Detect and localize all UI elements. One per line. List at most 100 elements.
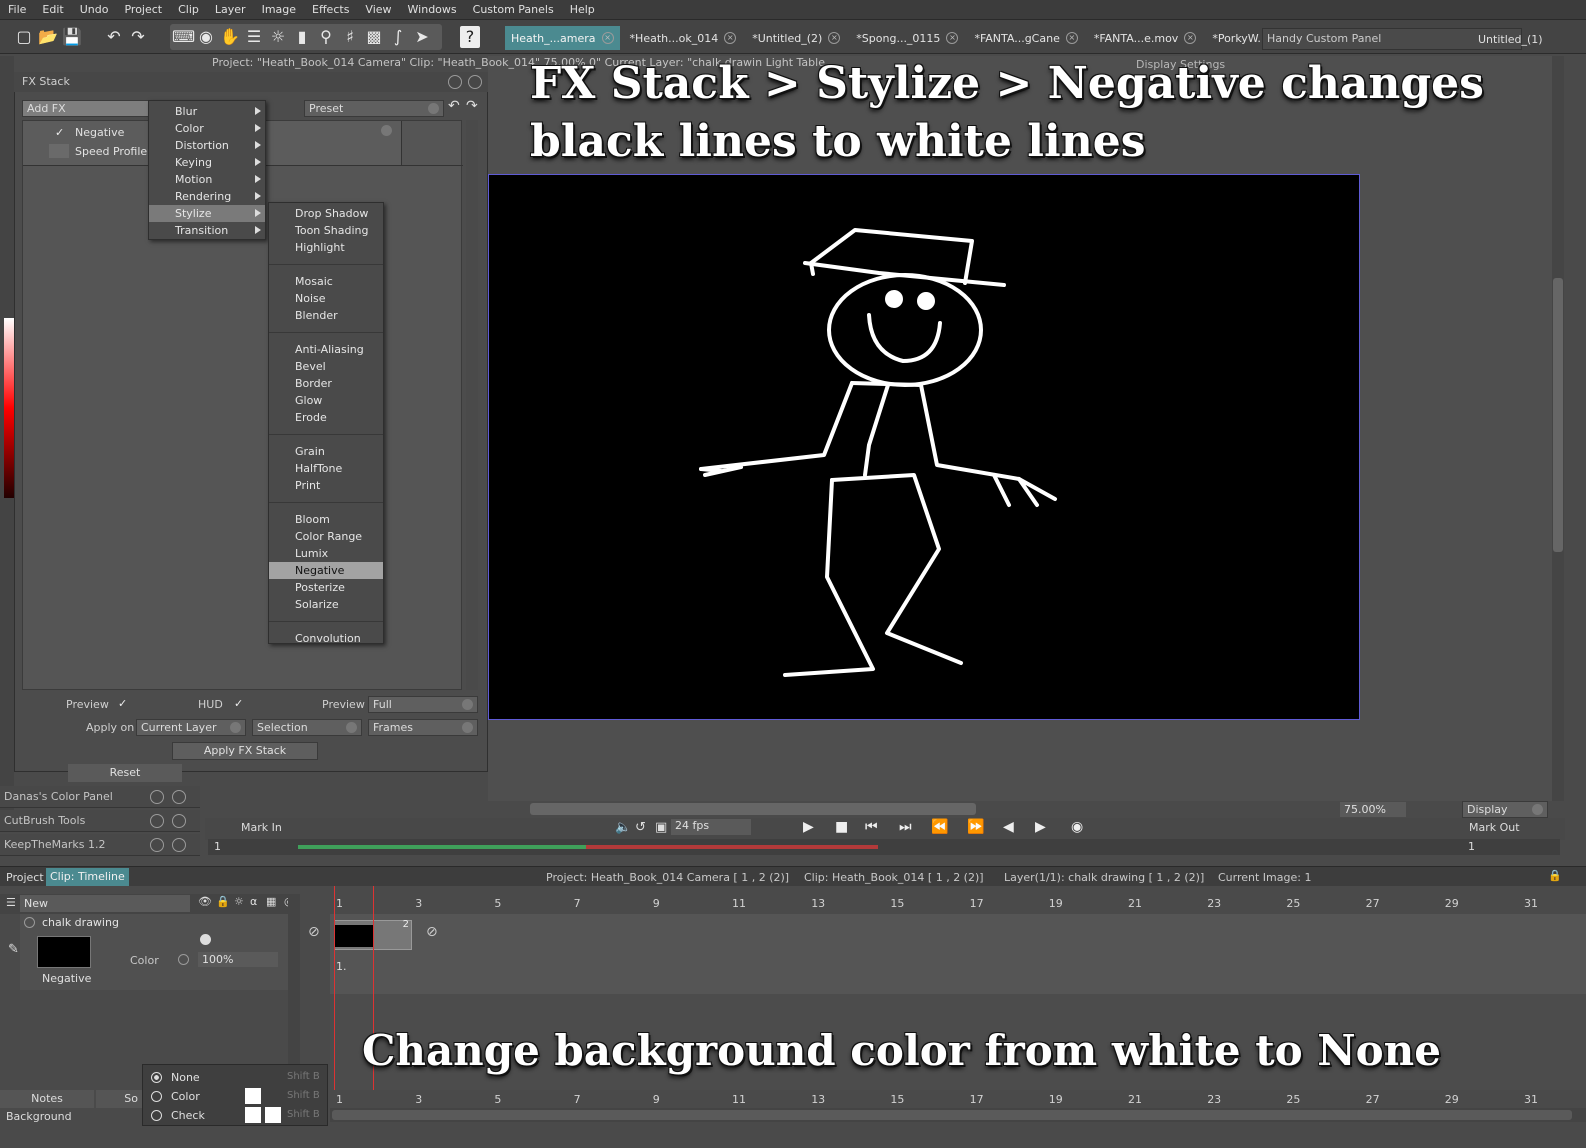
panel-menu-icon[interactable] (448, 75, 462, 89)
timeline-ruler[interactable]: 1 3 5 7 9 11 13 15 17 19 21 23 25 27 29 31 (330, 894, 1586, 914)
color-swatch[interactable] (245, 1107, 261, 1123)
hand-icon[interactable]: ✋ (220, 26, 240, 48)
stylize-item-negative[interactable]: Negative (269, 562, 383, 579)
document-tab[interactable]: *Spong..._0115 × (850, 26, 964, 50)
chevron-down-icon[interactable] (381, 125, 392, 136)
new-layer-dropdown[interactable]: New (20, 895, 190, 912)
opacity-field[interactable]: 100% (198, 952, 278, 967)
stylize-item-highlight[interactable]: Highlight (269, 239, 383, 256)
close-tab-icon[interactable]: × (1065, 32, 1078, 44)
layer-list-scrollbar[interactable] (288, 894, 300, 1064)
stylize-item-erode[interactable]: Erode (269, 409, 383, 426)
project-tab[interactable]: Project (6, 871, 44, 884)
apply-on-dropdown[interactable]: Current Layer (136, 719, 246, 736)
selection-dropdown[interactable]: Selection (252, 719, 362, 736)
document-tab[interactable]: *Untitled_(2) × (746, 26, 846, 50)
menu-layer[interactable]: Layer (207, 3, 254, 16)
fx-menu-item-blur[interactable]: Blur (149, 103, 265, 120)
step-forward-icon[interactable]: ▶ (1035, 819, 1046, 835)
stylize-item-drop-shadow[interactable]: Drop Shadow (269, 205, 383, 222)
go-to-end-icon[interactable]: ⏭ (899, 819, 912, 835)
minus-icon[interactable] (178, 954, 189, 965)
checkbox-empty-icon[interactable] (49, 144, 69, 158)
document-tab[interactable]: *FANTA...e.mov × (1088, 26, 1202, 50)
stylize-item-border[interactable]: Border (269, 375, 383, 392)
close-tab-icon[interactable]: × (828, 32, 841, 44)
redo-preset-icon[interactable]: ↷ (466, 98, 478, 114)
menu-project[interactable]: Project (116, 3, 170, 16)
fit-icon[interactable]: ▣ (655, 820, 667, 835)
canvas[interactable] (488, 174, 1360, 720)
play-icon[interactable] (150, 838, 164, 852)
zoom-field[interactable]: 75.00% (1340, 802, 1406, 817)
menu-undo[interactable]: Undo (72, 3, 117, 16)
background-option-check[interactable]: Check Shift B (143, 1107, 327, 1125)
bottom-scrollbar-thumb[interactable] (332, 1110, 1572, 1120)
stylize-item-lumix[interactable]: Lumix (269, 545, 383, 562)
check-swatch[interactable] (265, 1107, 281, 1123)
checkmark-icon[interactable]: ✓ (55, 123, 64, 142)
light-icon[interactable]: ☼ (234, 895, 244, 908)
side-panel-danas-color[interactable]: Danas's Color Panel (0, 786, 200, 808)
layer-stack-icon[interactable]: ☰ (6, 896, 16, 909)
loop-icon[interactable]: ↺ (635, 820, 646, 835)
preset-dropdown[interactable]: Preset (304, 100, 444, 117)
stylize-item-bevel[interactable]: Bevel (269, 358, 383, 375)
stylize-item-anti-aliasing[interactable]: Anti-Aliasing (269, 341, 383, 358)
stylize-item-grain[interactable]: Grain (269, 443, 383, 460)
no-link-icon[interactable]: ⊘ (426, 924, 438, 940)
background-option-none[interactable]: None Shift B (143, 1069, 327, 1087)
stylize-item-posterize[interactable]: Posterize (269, 579, 383, 596)
hud-check-icon[interactable]: ✓ (234, 697, 243, 710)
stop-icon[interactable]: ■ (835, 819, 848, 835)
undo-preset-icon[interactable]: ↶ (448, 98, 460, 114)
add-fx-dropdown[interactable]: Add FX (22, 100, 152, 117)
notes-tab[interactable]: Notes (0, 1090, 94, 1108)
stylize-item-halftone[interactable]: HalfTone (269, 460, 383, 477)
apply-fx-stack-button[interactable]: Apply FX Stack (172, 742, 318, 760)
bottom-scrollbar[interactable] (330, 1108, 1586, 1122)
close-tab-icon[interactable]: × (724, 32, 737, 44)
stylize-item-bloom[interactable]: Bloom (269, 511, 383, 528)
play-icon[interactable] (150, 790, 164, 804)
curve-icon[interactable]: ∫ (388, 26, 408, 48)
side-panel-keepthemarks[interactable]: KeepTheMarks 1.2 (0, 834, 200, 856)
close-icon[interactable] (172, 790, 186, 804)
viewer-h-scrollbar-thumb[interactable] (530, 803, 976, 815)
background-option-color[interactable]: Color Shift B (143, 1088, 327, 1106)
stylize-item-print[interactable]: Print (269, 477, 383, 494)
pen-icon[interactable]: ✎ (8, 942, 19, 957)
stylize-item-glow[interactable]: Glow (269, 392, 383, 409)
stylize-item-solarize[interactable]: Solarize (269, 596, 383, 613)
fx-menu-item-color[interactable]: Color (149, 120, 265, 137)
fx-list-scrollbar[interactable] (466, 120, 478, 690)
fps-dropdown[interactable]: 24 fps (671, 819, 751, 835)
collapse-icon[interactable] (24, 917, 35, 928)
redo-icon[interactable]: ↷ (128, 26, 148, 48)
close-icon[interactable] (172, 838, 186, 852)
menu-help[interactable]: Help (562, 3, 603, 16)
step-back-icon[interactable]: ◀ (1003, 819, 1014, 835)
preview-mode-dropdown[interactable]: Full (368, 696, 478, 713)
layer-name[interactable]: chalk drawing (42, 916, 119, 929)
background-dropdown[interactable]: Background (0, 1108, 140, 1126)
lock-icon[interactable]: 🔒 (1548, 869, 1562, 882)
open-folder-icon[interactable]: 📂 (38, 26, 58, 48)
undo-icon[interactable]: ↶ (104, 26, 124, 48)
fx-menu-item-distortion[interactable]: Distortion (149, 137, 265, 154)
speaker-icon[interactable]: 🔈 (615, 820, 631, 835)
dot-icon[interactable] (200, 934, 211, 945)
radio-selected-icon[interactable] (151, 1072, 162, 1083)
mark-out-label[interactable]: Mark Out (1469, 821, 1520, 834)
menu-custom-panels[interactable]: Custom Panels (465, 3, 562, 16)
histogram-icon[interactable]: ▩ (364, 26, 384, 48)
play-icon[interactable]: ▶ (803, 819, 814, 835)
fx-menu-item-rendering[interactable]: Rendering (149, 188, 265, 205)
eye-icon[interactable]: 👁 (198, 895, 212, 908)
menu-clip[interactable]: Clip (170, 3, 207, 16)
bottom-ruler[interactable]: 1 3 5 7 9 11 13 15 17 19 21 23 25 27 29 31 (330, 1090, 1586, 1108)
menu-image[interactable]: Image (254, 3, 304, 16)
fx-menu-item-transition[interactable]: Transition (149, 222, 265, 239)
frames-dropdown[interactable]: Frames (368, 719, 478, 736)
preview-check-icon[interactable]: ✓ (118, 697, 127, 710)
